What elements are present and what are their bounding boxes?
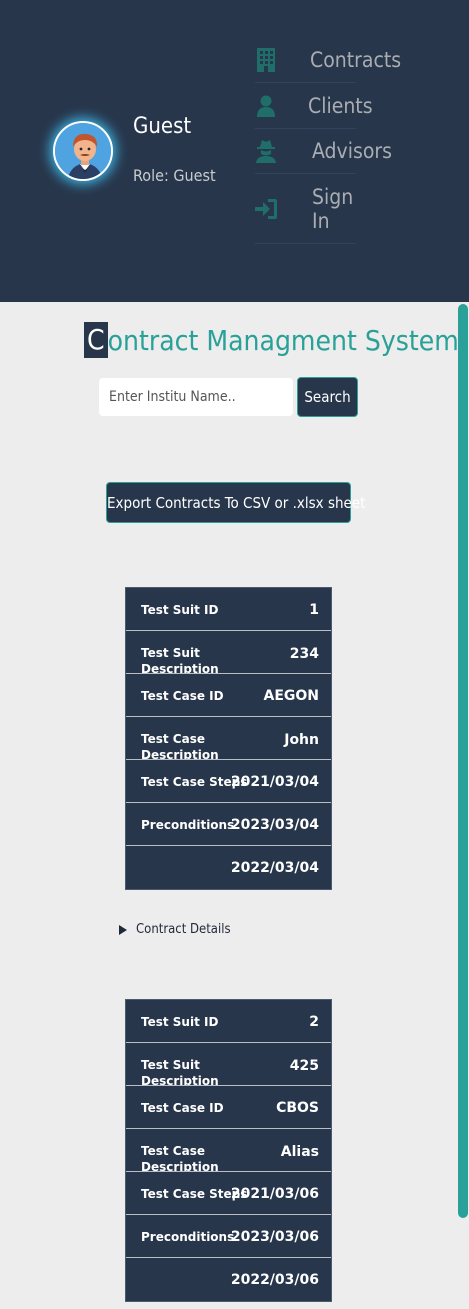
row-value: 2 [309, 1014, 319, 1030]
main-nav: Contracts Clients Advisors Sign In [255, 38, 401, 244]
row-value: 234 [289, 646, 319, 662]
nav-item-contracts[interactable]: Contracts [255, 38, 401, 83]
page-title-rest: ontract Managment System [107, 323, 459, 357]
row-key: Test Suit Description [141, 1058, 219, 1086]
row-value: 1 [309, 602, 319, 618]
building-icon [255, 48, 277, 72]
nav-item-sign-in[interactable]: Sign In [255, 174, 356, 244]
row-key: Test Case Description [141, 1144, 219, 1172]
row-value: AEGON [263, 688, 319, 704]
user-avatar [53, 121, 113, 181]
table-row: Preconditions 2023/03/06 [126, 1215, 331, 1258]
table-row: Test Case ID AEGON [126, 674, 331, 717]
header: Guest Role: Guest Contracts Clients Advi… [0, 0, 469, 302]
table-row: Test Case ID CBOS [126, 1086, 331, 1129]
nav-label-advisors: Advisors [312, 139, 392, 163]
sign-in-icon [255, 197, 277, 221]
row-value: 2021/03/04 [230, 774, 319, 790]
spy-icon [255, 139, 277, 163]
scrollbar[interactable] [457, 302, 469, 1309]
contract-card: Test Suit ID 1 Test Suit Description 234… [125, 587, 332, 890]
disclosure-triangle-icon [119, 924, 127, 935]
contract-details-label: Contract Details [136, 922, 231, 937]
table-row: Test Case Description John [126, 717, 331, 760]
row-value: 425 [289, 1058, 319, 1074]
nav-label-contracts: Contracts [310, 48, 402, 72]
table-row: 2022/03/04 [126, 846, 331, 889]
row-value: 2023/03/04 [230, 817, 319, 833]
nav-label-sign-in: Sign In [312, 184, 354, 233]
page-title-initial: C [84, 322, 108, 358]
user-icon [255, 94, 277, 118]
search-input[interactable] [99, 378, 293, 416]
search-button[interactable]: Search [297, 377, 358, 417]
user-name: Guest [133, 114, 192, 139]
nav-item-advisors[interactable]: Advisors [255, 129, 392, 174]
row-key: Test Case ID [141, 689, 224, 703]
row-key: Test Suit ID [141, 603, 219, 617]
nav-item-clients[interactable]: Clients [255, 83, 373, 129]
contract-card: Test Suit ID 2 Test Suit Description 425… [125, 999, 332, 1302]
row-value: Alias [280, 1144, 319, 1160]
table-row: Test Suit ID 1 [126, 588, 331, 631]
avatar-illustration [55, 123, 111, 179]
row-key: Test Case ID [141, 1101, 224, 1115]
row-value: 2021/03/06 [230, 1186, 319, 1202]
table-row: Test Case Steps 2021/03/06 [126, 1172, 331, 1215]
scrollbar-thumb[interactable] [458, 304, 468, 1218]
row-value: CBOS [276, 1100, 319, 1116]
table-row: Test Suit ID 2 [126, 1000, 331, 1043]
row-key: Test Suit ID [141, 1015, 219, 1029]
table-row: Test Suit Description 425 [126, 1043, 331, 1086]
row-key: Test Case Description [141, 732, 219, 760]
table-row: 2022/03/06 [126, 1258, 331, 1301]
page-title: C ontract Managment System [84, 322, 459, 358]
nav-label-clients: Clients [308, 93, 373, 118]
table-row: Test Suit Description 234 [126, 631, 331, 674]
export-button[interactable]: Export Contracts To CSV or .xlsx sheet [106, 482, 365, 523]
row-key: Test Suit Description [141, 646, 219, 674]
row-value: John [284, 732, 319, 748]
table-row: Test Case Description Alias [126, 1129, 331, 1172]
user-role: Role: Guest [133, 166, 216, 185]
row-value: 2022/03/06 [230, 1272, 319, 1288]
row-value: 2023/03/06 [230, 1229, 319, 1245]
row-value: 2022/03/04 [230, 860, 319, 876]
contract-details-toggle[interactable]: Contract Details [119, 922, 231, 937]
table-row: Preconditions 2023/03/04 [126, 803, 331, 846]
table-row: Test Case Steps 2021/03/04 [126, 760, 331, 803]
